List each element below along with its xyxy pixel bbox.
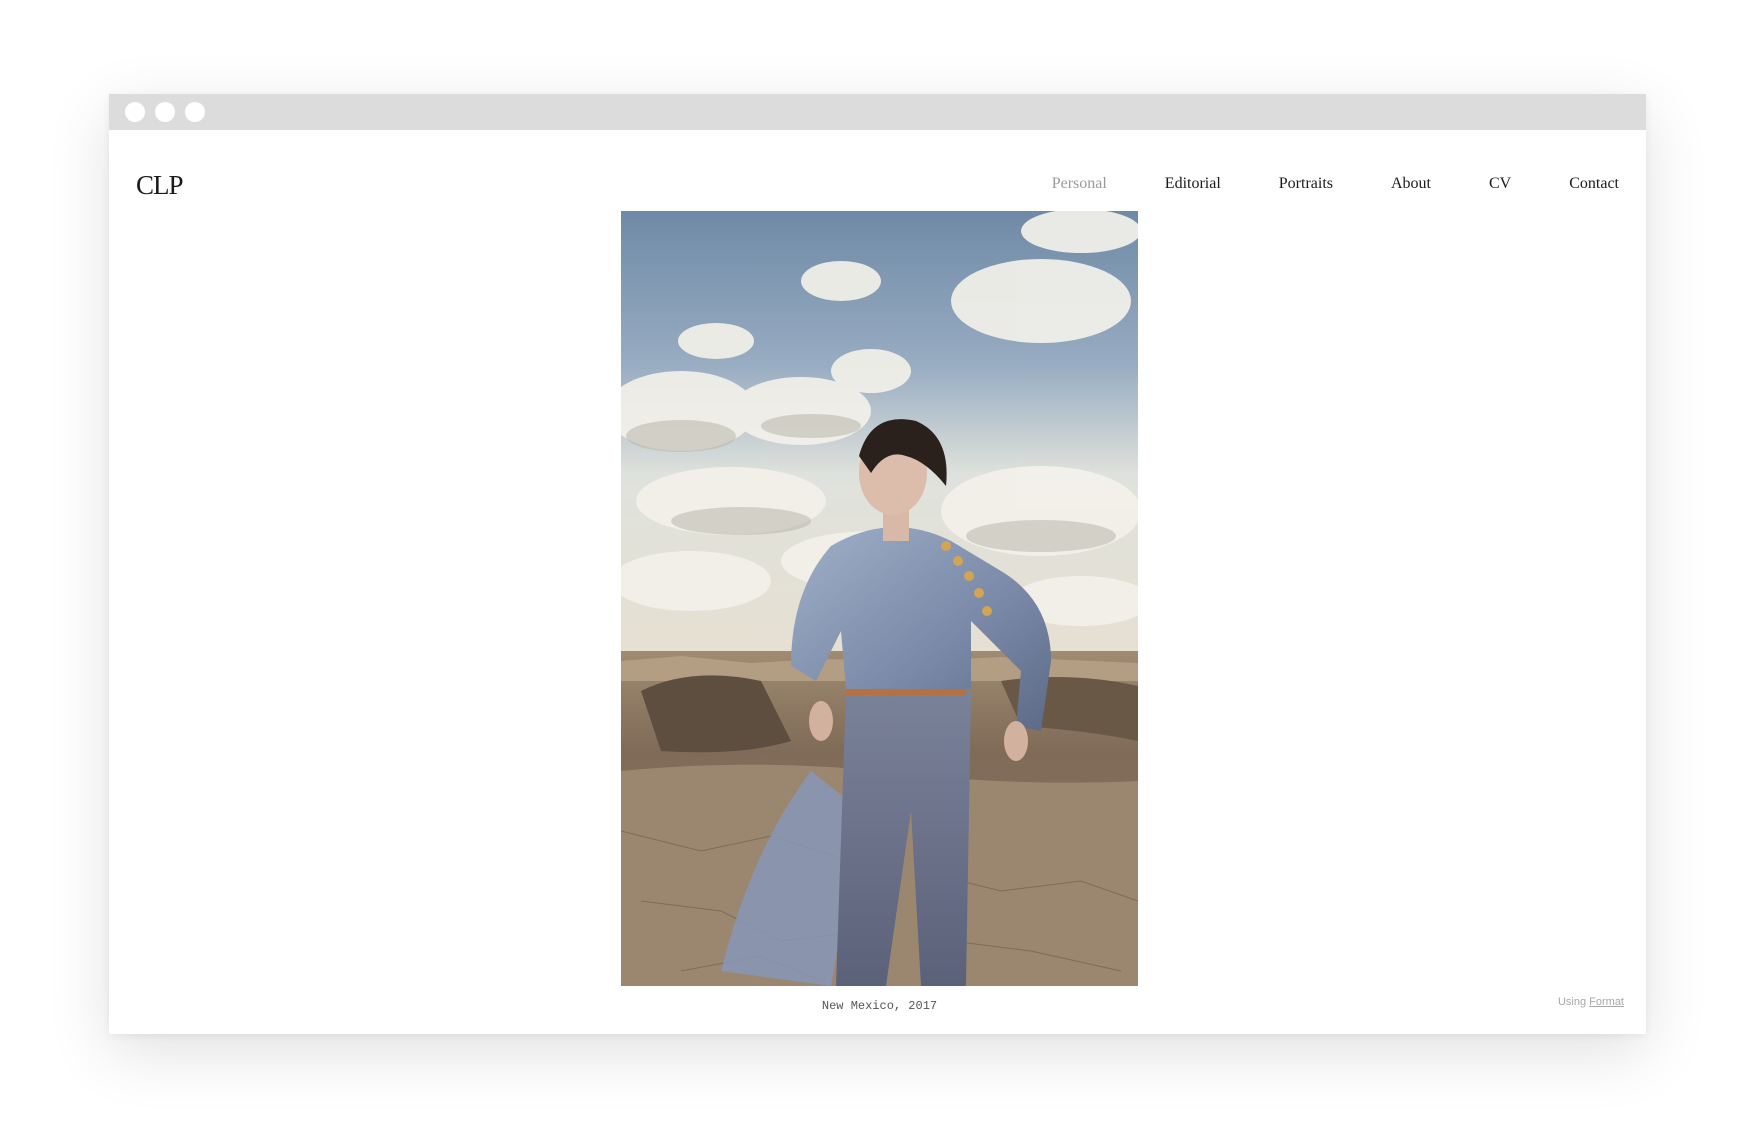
nav-item-editorial[interactable]: Editorial — [1165, 175, 1221, 193]
photo-illustration — [621, 211, 1138, 986]
browser-window: CLP Personal Editorial Portraits About C… — [109, 94, 1646, 1034]
format-link[interactable]: Format — [1589, 996, 1624, 1008]
nav-item-portraits[interactable]: Portraits — [1279, 175, 1333, 193]
main-nav: Personal Editorial Portraits About CV Co… — [994, 175, 1619, 193]
nav-item-cv[interactable]: CV — [1489, 175, 1511, 193]
footer-credit: Using Format — [1558, 996, 1624, 1008]
window-minimize-dot[interactable] — [155, 102, 175, 122]
footer-credit-prefix: Using — [1557, 996, 1587, 1008]
site-logo[interactable]: CLP — [136, 170, 184, 201]
website: CLP Personal Editorial Portraits About C… — [109, 130, 1646, 1034]
browser-titlebar — [109, 94, 1646, 130]
nav-item-about[interactable]: About — [1391, 175, 1431, 193]
gallery-photo[interactable] — [621, 211, 1138, 986]
nav-item-personal[interactable]: Personal — [1052, 175, 1107, 193]
window-maximize-dot[interactable] — [185, 102, 205, 122]
window-close-dot[interactable] — [125, 102, 145, 122]
nav-item-contact[interactable]: Contact — [1569, 175, 1619, 193]
photo-caption: New Mexico, 2017 — [821, 999, 938, 1013]
